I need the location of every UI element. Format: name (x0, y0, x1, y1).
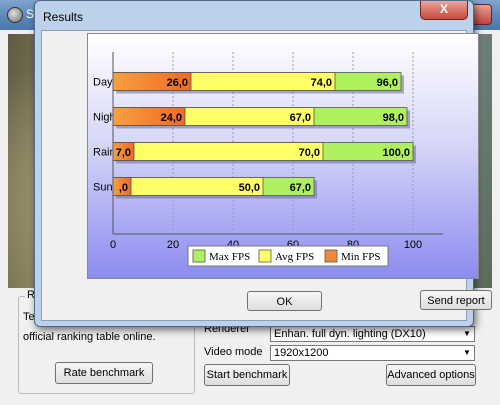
legend-swatch (258, 249, 272, 263)
results-chart: 0 20 40 60 80 100 Day 96,0 74,0 26,0 Night 98,0 67,0… (87, 33, 479, 279)
avg-fps-bar (112, 142, 324, 161)
x-tick-label: 20 (167, 239, 179, 251)
video-mode-value: 1920x1200 (274, 347, 329, 359)
x-tick-label: 100 (404, 239, 422, 251)
legend-label: Avg FPS (275, 251, 314, 263)
ok-button[interactable]: OK (247, 291, 322, 311)
bar-value-label: 26,0 (167, 77, 188, 89)
dialog-close-button[interactable]: X (420, 1, 468, 20)
video-mode-label: Video mode (204, 346, 263, 358)
chevron-down-icon: ▼ (463, 348, 471, 357)
app-icon (7, 7, 23, 23)
category-label: Rain (93, 147, 116, 159)
category-label: Day (93, 77, 113, 89)
bar-value-label: 100,0 (382, 147, 410, 159)
results-dialog: Results X 0 20 40 60 80 100 Day 96,0 74,0 26,0 Nig… (34, 0, 492, 327)
bar-value-label: 67,0 (290, 112, 311, 124)
chevron-down-icon: ▼ (463, 329, 471, 338)
bar-value-label: 96,0 (377, 77, 398, 89)
bar-value-label: ,0 (119, 182, 128, 194)
legend-label: Min FPS (341, 251, 380, 263)
bar-value-label: 24,0 (161, 112, 182, 124)
renderer-select[interactable]: Enhan. full dyn. lighting (DX10) ▼ (270, 326, 475, 342)
bar-value-label: 7,0 (116, 147, 131, 159)
bar-value-label: 74,0 (311, 77, 332, 89)
dialog-title: Results (43, 10, 84, 24)
bar-value-label: 98,0 (383, 112, 404, 124)
bar-value-label: 50,0 (239, 182, 260, 194)
x-tick-label: 0 (110, 239, 116, 251)
bar-value-label: 70,0 (299, 147, 320, 159)
advanced-options-button[interactable]: Advanced options (386, 364, 476, 386)
rate-benchmark-button[interactable]: Rate benchmark (55, 362, 153, 384)
legend-label: Max FPS (209, 251, 250, 263)
start-benchmark-button[interactable]: Start benchmark (204, 364, 290, 386)
video-mode-select[interactable]: 1920x1200 ▼ (270, 345, 475, 361)
main-window-title: S (26, 7, 35, 21)
bar-value-label: 67,0 (290, 182, 311, 194)
ranking-text-line2: official ranking table online. (23, 331, 156, 343)
legend-swatch (324, 249, 338, 263)
renderer-value: Enhan. full dyn. lighting (DX10) (274, 328, 426, 340)
legend-swatch (192, 249, 206, 263)
send-report-button[interactable]: Send report (420, 290, 492, 310)
results-chart-svg: 0 20 40 60 80 100Day 96,074,026,0Night 98,067,0… (93, 52, 443, 267)
